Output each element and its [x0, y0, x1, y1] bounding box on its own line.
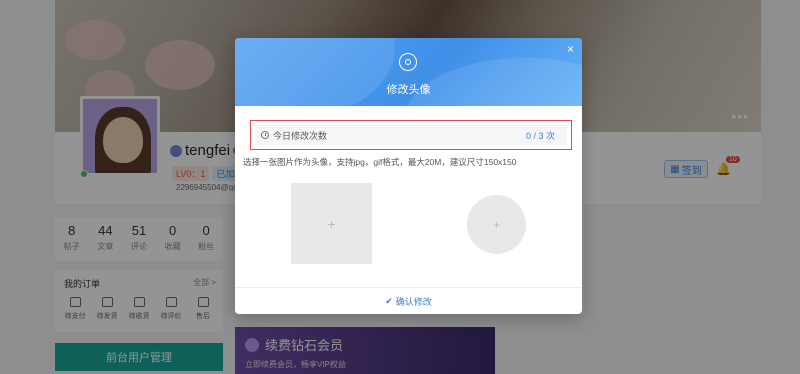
quota-value: 0 / 3 次 [525, 130, 555, 141]
quota-label-group: 今日修改次数 [261, 129, 327, 142]
daily-quota-row: 今日修改次数 0 / 3 次 [255, 125, 567, 145]
quota-label: 今日修改次数 [273, 130, 328, 141]
upload-hint: 选择一张图片作为头像，支持jpg，gif格式，最大20M，建议尺寸150x150 [243, 157, 517, 167]
user-avatar-icon [399, 53, 417, 71]
plus-icon: + [327, 215, 336, 232]
close-icon[interactable]: × [567, 42, 574, 56]
clock-icon [261, 131, 269, 139]
modal-title: 修改头像 [386, 84, 431, 96]
daily-quota-box: 今日修改次数 0 / 3 次 [250, 120, 572, 150]
avatar-preview: + [467, 195, 526, 254]
plus-icon: + [492, 217, 500, 232]
confirm-button[interactable]: ✔ 确认修改 [385, 295, 432, 308]
avatar-upload-area[interactable]: + [291, 183, 372, 264]
change-avatar-modal: 修改头像 × 今日修改次数 0 / 3 次 选择一张图片作为头像，支持jpg，g… [235, 38, 582, 314]
modal-header: 修改头像 × [235, 38, 582, 106]
confirm-label: 确认修改 [395, 296, 432, 307]
check-icon: ✔ [385, 295, 393, 306]
modal-footer: ✔ 确认修改 [235, 287, 582, 314]
